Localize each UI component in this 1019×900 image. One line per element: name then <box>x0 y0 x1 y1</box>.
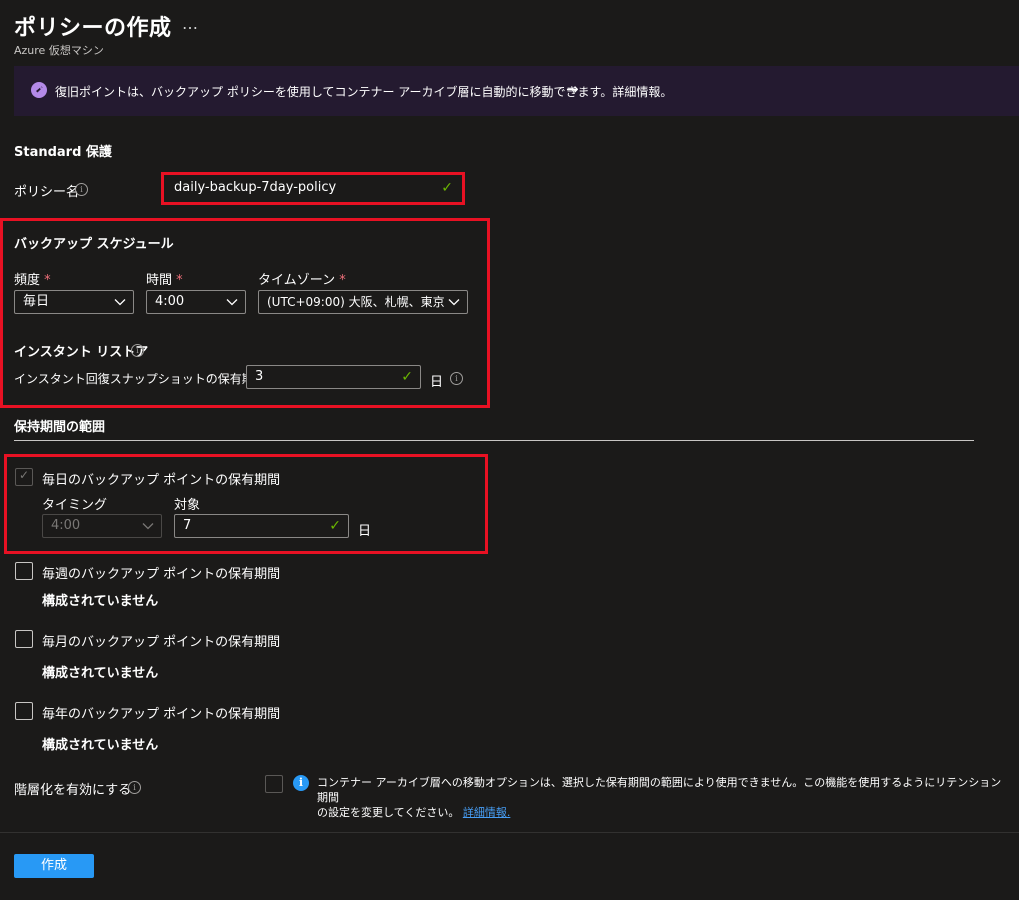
snapshot-retention-label: インスタント回復スナップショットの保有期間 <box>14 372 266 386</box>
info-icon[interactable]: i <box>131 344 144 357</box>
info-icon[interactable]: i <box>128 781 141 794</box>
frequency-dropdown[interactable]: 毎日 <box>14 290 134 314</box>
timezone-dropdown[interactable]: (UTC+09:00) 大阪、札幌、東京 <box>258 290 468 314</box>
monthly-status: 構成されていません <box>42 666 159 681</box>
timing-dropdown[interactable]: 4:00 <box>42 514 162 538</box>
backup-schedule-heading: バックアップ スケジュール <box>14 237 174 252</box>
divider <box>14 440 974 441</box>
checkmark-icon: ✓ <box>441 180 453 196</box>
tiering-label: 階層化を有効にする <box>14 783 132 798</box>
footer-divider <box>0 832 1019 833</box>
info-filled-icon: i <box>293 775 309 791</box>
checkmark-icon: ✓ <box>19 468 30 482</box>
policy-name-input[interactable]: daily-backup-7day-policy ✓ <box>166 177 460 201</box>
info-icon[interactable]: i <box>450 372 463 385</box>
chevron-down-icon <box>226 299 238 306</box>
more-options-button[interactable]: … <box>182 14 198 33</box>
policy-name-value: daily-backup-7day-policy <box>174 180 337 195</box>
checkmark-icon: ✓ <box>401 369 413 385</box>
weekly-retention-checkbox[interactable] <box>15 562 33 580</box>
retention-range-heading: 保持期間の範囲 <box>14 420 106 435</box>
frequency-label: 頻度 * <box>14 273 51 288</box>
create-button[interactable]: 作成 <box>14 854 94 878</box>
checkmark-icon: ✓ <box>329 518 341 534</box>
page-subtitle: Azure 仮想マシン <box>14 44 104 57</box>
page-title: ポリシーの作成 <box>14 16 172 41</box>
monthly-retention-checkbox[interactable] <box>15 630 33 648</box>
daily-retention-label: 毎日のバックアップ ポイントの保有期間 <box>42 473 281 488</box>
instant-restore-heading: インスタント リストア <box>14 345 149 360</box>
yearly-retention-label: 毎年のバックアップ ポイントの保有期間 <box>42 707 281 722</box>
chevron-down-icon <box>448 299 460 306</box>
info-icon[interactable]: i <box>75 183 88 196</box>
tiering-note: コンテナー アーカイブ層への移動オプションは、選択した保有期間の範囲により使用で… <box>317 775 1007 820</box>
days-unit: 日 <box>430 375 444 390</box>
timing-label: タイミング <box>42 498 108 513</box>
daily-retention-checkbox[interactable]: ✓ <box>15 468 33 486</box>
chevron-down-icon <box>142 523 154 530</box>
tiering-note-line1: コンテナー アーカイブ層への移動オプションは、選択した保有期間の範囲により使用で… <box>317 776 1002 804</box>
yearly-status: 構成されていません <box>42 738 159 753</box>
snapshot-retention-value: 3 <box>255 369 264 384</box>
tiering-checkbox[interactable] <box>265 775 283 793</box>
learn-more-link[interactable]: 詳細情報. <box>463 806 511 819</box>
timing-value: 4:00 <box>51 518 81 533</box>
target-value: 7 <box>183 518 192 533</box>
target-label: 対象 <box>174 498 201 513</box>
weekly-status: 構成されていません <box>42 594 159 609</box>
banner-text[interactable]: 復旧ポイントは、バックアップ ポリシーを使用してコンテナー アーカイブ層に自動的… <box>55 83 672 100</box>
timezone-label: タイムゾーン * <box>258 273 346 288</box>
snapshot-retention-input[interactable]: 3 ✓ <box>246 365 421 389</box>
arrow-right-icon[interactable]: → <box>566 80 579 98</box>
weekly-retention-label: 毎週のバックアップ ポイントの保有期間 <box>42 567 281 582</box>
target-input[interactable]: 7 ✓ <box>174 514 349 538</box>
tiering-note-line2: の設定を変更してください。 <box>317 806 460 819</box>
days-unit: 日 <box>358 524 372 539</box>
tiering-note-line2-wrap: の設定を変更してください。 詳細情報. <box>317 805 1007 820</box>
monthly-retention-label: 毎月のバックアップ ポイントの保有期間 <box>42 635 281 650</box>
time-value: 4:00 <box>155 294 185 309</box>
rocket-icon <box>31 82 47 98</box>
standard-protection-heading: Standard 保護 <box>14 145 112 160</box>
policy-name-label: ポリシー名 <box>14 185 80 200</box>
time-label: 時間 * <box>146 273 183 288</box>
timezone-value: (UTC+09:00) 大阪、札幌、東京 <box>267 295 445 309</box>
yearly-retention-checkbox[interactable] <box>15 702 33 720</box>
time-dropdown[interactable]: 4:00 <box>146 290 246 314</box>
chevron-down-icon <box>114 299 126 306</box>
frequency-value: 毎日 <box>23 294 50 309</box>
